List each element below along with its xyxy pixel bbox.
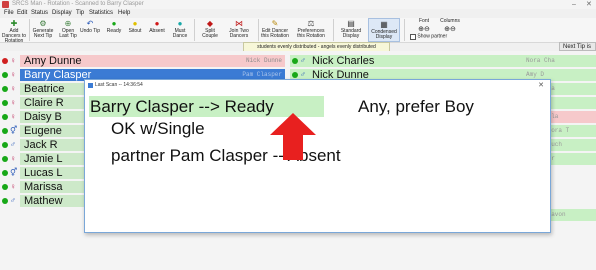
status-marker: ♂ <box>290 55 312 67</box>
status-dot-icon <box>2 128 8 134</box>
female-icon: ♀ <box>10 56 16 65</box>
status-dot-icon <box>2 114 8 120</box>
menu-file[interactable]: File <box>4 9 14 18</box>
toolbar-separator <box>333 19 334 41</box>
status-dot-icon <box>2 156 8 162</box>
checkbox-icon <box>410 34 416 40</box>
ready-button[interactable]: ● Ready <box>104 18 124 42</box>
edit-dancer-button[interactable]: ✎ Edit Dancer this Rotation <box>260 18 290 42</box>
next-tip-cell: Nora Cha <box>526 55 596 67</box>
status-marker: ⚥ <box>0 125 20 137</box>
split-couple-button[interactable]: ◆ Split Couple <box>199 18 221 42</box>
status-dot-icon <box>2 86 8 92</box>
split-icon: ◆ <box>206 19 214 28</box>
status-marker: ♀ <box>0 97 20 109</box>
female-icon: ♀ <box>10 112 16 121</box>
status-dot-icon <box>2 198 8 204</box>
menu-bar: File Edit Status Display Tip Statistics … <box>0 9 596 18</box>
last-scan-dialog: Last Scan -- 14:36:54 ✕ Barry Clasper --… <box>84 79 551 233</box>
condensed-display-icon: ▦ <box>380 20 388 29</box>
absent-button[interactable]: ● Absent <box>146 18 168 42</box>
status-marker: ♂ <box>0 139 20 151</box>
status-dot-icon <box>2 142 8 148</box>
female-icon: ♀ <box>10 70 16 79</box>
status-marker: ♀ <box>0 83 20 95</box>
join-two-dancers-button[interactable]: ⋈ Join Two Dancers <box>224 18 254 42</box>
standard-display-button[interactable]: ▤ Standard Display <box>337 18 365 42</box>
status-dot-icon <box>2 72 8 78</box>
female-icon: ♀ <box>10 154 16 163</box>
close-icon[interactable]: ✕ <box>538 80 544 91</box>
undo-tip-button[interactable]: ↶ Undo Tip <box>80 18 100 42</box>
status-dot-icon <box>2 100 8 106</box>
female-icon: ♀ <box>10 84 16 93</box>
columns-label: Columns <box>440 18 460 24</box>
sitout-dot-icon: ● <box>132 19 138 28</box>
female-icon: ♀ <box>10 182 16 191</box>
sitout-button[interactable]: ● Sitout <box>125 18 145 42</box>
minimize-icon[interactable]: – <box>572 0 576 9</box>
status-marker: ♀ <box>0 181 20 193</box>
male-icon: ♂ <box>10 140 16 149</box>
menu-help[interactable]: Help <box>118 9 130 18</box>
title-bar: SRCS Man - Rotation - Scanned to Barry C… <box>0 0 596 9</box>
next-tip-column-header: Next Tip is <box>559 42 596 51</box>
toolbar-separator <box>258 19 259 41</box>
status-marker: ♀ <box>0 69 20 81</box>
edit-pencil-icon: ✎ <box>271 19 279 28</box>
status-dot-icon <box>292 72 298 78</box>
generate-icon: ⚙ <box>39 19 47 28</box>
show-partner-checkbox[interactable]: Show partner <box>410 34 460 41</box>
status-dot-icon <box>292 58 298 64</box>
open-icon: ⊕ <box>64 19 72 28</box>
menu-display[interactable]: Display <box>52 9 72 18</box>
must-dance-button[interactable]: ● Must Dance <box>169 18 191 42</box>
either-role-icon: ⚥ <box>10 168 18 177</box>
either-role-icon: ⚥ <box>10 126 18 135</box>
preferences-icon: ⚖ <box>307 19 315 28</box>
join-icon: ⋈ <box>235 19 243 28</box>
add-dancers-icon: ✚ <box>10 19 18 28</box>
undo-icon: ↶ <box>86 19 94 28</box>
menu-status[interactable]: Status <box>31 9 48 18</box>
menu-tip[interactable]: Tip <box>76 9 84 18</box>
condensed-display-button[interactable]: ▦ Condensed Display <box>368 18 400 42</box>
toolbar-separator <box>404 19 405 41</box>
toolbar-separator <box>194 19 195 41</box>
font-label: Font <box>418 18 429 24</box>
ready-dot-icon: ● <box>111 19 117 28</box>
status-marker: ⚥ <box>0 167 20 179</box>
menu-statistics[interactable]: Statistics <box>89 9 113 18</box>
dancer-row[interactable]: ♀ Amy Dunne Nick Dunne <box>2 55 285 67</box>
toolbar: ✚ Add Dancers to Rotation ⚙ Generate Nex… <box>0 18 596 44</box>
absent-dot-icon: ● <box>154 19 160 28</box>
female-icon: ♀ <box>10 98 16 107</box>
scan-result-text: Barry Clasper --> Ready <box>90 97 274 116</box>
open-last-tip-button[interactable]: ⊕ Open Last Tip <box>57 18 79 42</box>
add-dancers-button[interactable]: ✚ Add Dancers to Rotation <box>0 18 28 44</box>
app-icon <box>88 83 93 88</box>
status-marker: ♀ <box>0 153 20 165</box>
standard-display-icon: ▤ <box>347 19 355 28</box>
window-title: SRCS Man - Rotation - Scanned to Barry C… <box>12 1 144 7</box>
dance-preference-text: Any, prefer Boy <box>358 97 474 116</box>
status-dot-icon <box>2 184 8 190</box>
status-dot-icon <box>2 170 8 176</box>
dialog-title-bar: Last Scan -- 14:36:54 ✕ <box>85 80 550 91</box>
preferences-button[interactable]: ⚖ Preferences this Rotation <box>294 18 328 42</box>
status-marker: ♀ <box>0 111 20 123</box>
app-icon <box>2 1 9 8</box>
male-icon: ♂ <box>10 196 16 205</box>
status-marker: ♀ <box>0 55 20 67</box>
red-up-arrow-icon <box>270 113 316 160</box>
single-note-text: OK w/Single <box>111 119 205 138</box>
status-dot-icon <box>2 58 8 64</box>
generate-next-tip-button[interactable]: ⚙ Generate Next Tip <box>30 18 56 42</box>
status-marker: ♂ <box>0 195 20 207</box>
male-icon: ♂ <box>300 56 306 65</box>
close-icon[interactable]: ✕ <box>586 0 592 9</box>
menu-edit[interactable]: Edit <box>17 9 27 18</box>
must-dance-icon: ● <box>177 19 183 28</box>
dialog-title: Last Scan -- 14:36:54 <box>95 82 143 88</box>
